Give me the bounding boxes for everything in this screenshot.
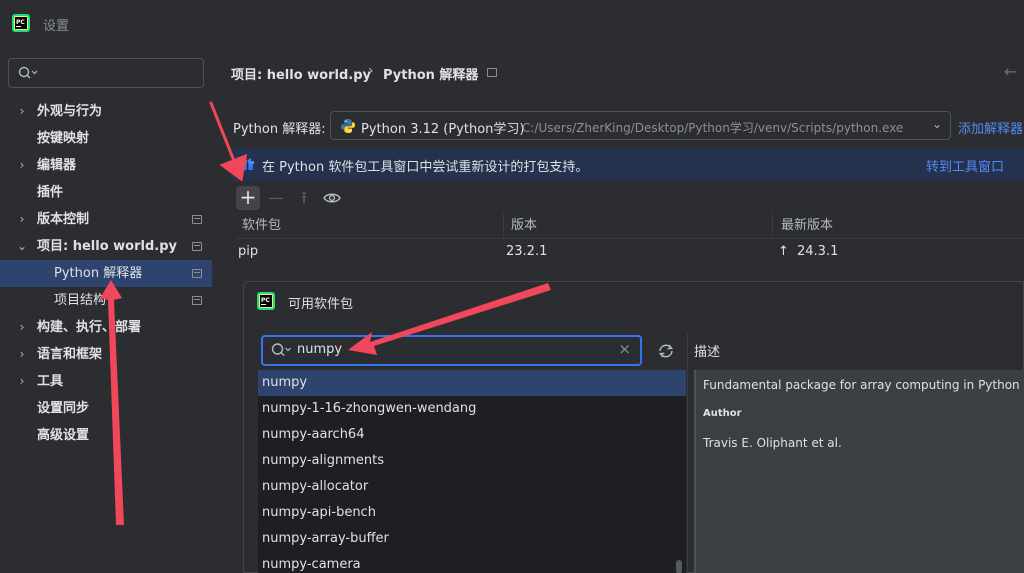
sidebar-item-tools[interactable]: › 工具 xyxy=(0,368,212,395)
available-packages-list[interactable]: numpy numpy-1-16-zhongwen-wendang numpy-… xyxy=(258,370,686,573)
sidebar-item-label: 设置同步 xyxy=(37,401,90,416)
svg-text:PC: PC xyxy=(261,297,270,304)
sidebar-item-label: Python 解释器 xyxy=(54,266,143,281)
banner-text: 在 Python 软件包工具窗口中尝试重新设计的打包支持。 xyxy=(262,160,589,175)
list-item[interactable]: numpy-api-bench xyxy=(258,500,686,526)
add-interpreter-link[interactable]: 添加解释器 xyxy=(958,118,1023,137)
installed-packages-table: 软件包 版本 最新版本 pip 23.2.1 ↑ 24.3.1 xyxy=(236,213,1024,263)
package-latest-version: 24.3.1 xyxy=(797,244,839,259)
project-settings-icon xyxy=(192,215,202,224)
package-search-input[interactable]: numpy × xyxy=(261,335,642,366)
sidebar-item-appearance[interactable]: › 外观与行为 xyxy=(0,98,212,125)
column-header-version[interactable]: 版本 xyxy=(504,213,773,238)
remove-package-button[interactable]: — xyxy=(264,186,288,210)
packaging-banner: 在 Python 软件包工具窗口中尝试重新设计的打包支持。 转到工具窗口 xyxy=(231,148,1024,181)
page-title: Python 解释器 xyxy=(383,68,479,83)
chevron-right-icon[interactable]: › xyxy=(15,314,29,341)
search-icon xyxy=(18,66,38,79)
sidebar-item-advanced-settings[interactable]: 高级设置 xyxy=(0,422,212,449)
svg-text:PC: PC xyxy=(16,19,25,26)
package-search-value: numpy xyxy=(297,342,343,357)
package-version: 23.2.1 xyxy=(506,244,548,259)
search-icon xyxy=(271,343,291,356)
list-item[interactable]: numpy-alignments xyxy=(258,448,686,474)
breadcrumb-parent[interactable]: 项目: hello world.py xyxy=(231,64,371,83)
sidebar-item-build-execution-deployment[interactable]: › 构建、执行、部署 xyxy=(0,314,212,341)
python-icon xyxy=(340,118,356,138)
chevron-right-icon[interactable]: › xyxy=(15,206,29,233)
packages-toolbar: + — ⭱ xyxy=(231,184,1024,212)
list-item[interactable]: numpy-allocator xyxy=(258,474,686,500)
header-divider xyxy=(236,238,1024,239)
eye-icon xyxy=(323,193,341,203)
sidebar-item-languages-frameworks[interactable]: › 语言和框架 xyxy=(0,341,212,368)
package-summary: Fundamental package for array computing … xyxy=(703,378,1020,392)
chevron-down-icon[interactable]: ⌄ xyxy=(932,117,942,131)
list-scrollbar[interactable] xyxy=(676,560,682,573)
sidebar-item-plugins[interactable]: 插件 xyxy=(0,179,212,206)
interpreter-value: Python 3.12 (Python学习) xyxy=(361,122,525,137)
list-item[interactable]: numpy-array-buffer xyxy=(258,526,686,552)
upgrade-available-icon: ↑ xyxy=(778,244,789,259)
interpreter-path: C:/Users/ZherKing/Desktop/Python学习/venv/… xyxy=(522,121,904,135)
list-item[interactable]: numpy-1-16-zhongwen-wendang xyxy=(258,396,686,422)
sidebar-item-label: 外观与行为 xyxy=(37,104,103,119)
gift-icon xyxy=(240,156,255,175)
sidebar-item-project[interactable]: ⌄ 项目: hello world.py xyxy=(0,233,212,260)
author-label: Author xyxy=(703,408,742,419)
open-tool-window-link[interactable]: 转到工具窗口 xyxy=(926,156,1004,175)
sidebar-item-label: 高级设置 xyxy=(37,428,90,443)
list-item[interactable]: numpy-camera xyxy=(258,552,686,573)
add-package-button[interactable]: + xyxy=(236,186,260,210)
chevron-right-icon[interactable]: › xyxy=(15,98,29,125)
dialog-title: 可用软件包 xyxy=(288,297,354,312)
breadcrumb-separator: › xyxy=(368,63,374,79)
project-settings-icon xyxy=(192,269,202,278)
project-settings-icon xyxy=(192,296,202,305)
chevron-right-icon[interactable]: › xyxy=(15,341,29,368)
refresh-icon[interactable] xyxy=(657,343,675,363)
sidebar-item-label: 编辑器 xyxy=(37,158,77,173)
pycharm-logo-icon: PC xyxy=(257,292,275,314)
sidebar-item-label: 语言和框架 xyxy=(37,347,103,362)
list-item[interactable]: numpy xyxy=(258,370,686,396)
sidebar-item-project-structure[interactable]: 项目结构 xyxy=(0,287,212,314)
chevron-down-icon[interactable]: ⌄ xyxy=(15,233,29,260)
window-title: 设置 xyxy=(43,19,70,34)
settings-search-input[interactable] xyxy=(8,58,204,88)
sidebar-item-python-interpreter[interactable]: Python 解释器 xyxy=(0,260,212,287)
chevron-right-icon[interactable]: › xyxy=(15,368,29,395)
sidebar-item-editor[interactable]: › 编辑器 xyxy=(0,152,212,179)
clear-icon[interactable]: × xyxy=(618,340,631,358)
sidebar-item-version-control[interactable]: › 版本控制 xyxy=(0,206,212,233)
description-label: 描述 xyxy=(694,345,721,360)
project-settings-icon xyxy=(487,68,497,77)
sidebar-item-settings-sync[interactable]: 设置同步 xyxy=(0,395,212,422)
sidebar-item-keymap[interactable]: 按键映射 xyxy=(0,125,212,152)
column-header-latest-version[interactable]: 最新版本 xyxy=(773,213,1024,238)
available-packages-dialog: PC 可用软件包 numpy × 描述 numpy numpy-1-16-zho… xyxy=(243,281,1024,573)
panel-divider[interactable] xyxy=(687,332,688,573)
column-header-package[interactable]: 软件包 xyxy=(236,213,504,238)
chevron-right-icon[interactable]: › xyxy=(15,152,29,179)
package-description-panel: Fundamental package for array computing … xyxy=(694,370,1024,573)
list-item[interactable]: numpy-aarch64 xyxy=(258,422,686,448)
show-early-releases-button[interactable] xyxy=(320,186,344,210)
pycharm-logo-icon: PC xyxy=(12,14,30,32)
upgrade-package-button[interactable]: ⭱ xyxy=(292,186,316,210)
author-value: Travis E. Oliphant et al. xyxy=(703,436,842,450)
sidebar-item-label: 工具 xyxy=(37,374,64,389)
sidebar-item-label: 项目结构 xyxy=(54,293,107,308)
interpreter-select[interactable]: Python 3.12 (Python学习) C:/Users/ZherKing… xyxy=(330,111,951,140)
package-name: pip xyxy=(238,244,259,259)
interpreter-label: Python 解释器: xyxy=(233,122,326,137)
project-settings-icon xyxy=(192,242,202,251)
sidebar-item-label: 插件 xyxy=(37,185,64,200)
sidebar-item-label: 项目: hello world.py xyxy=(37,239,177,254)
sidebar-item-label: 版本控制 xyxy=(37,212,90,227)
sidebar-item-label: 构建、执行、部署 xyxy=(37,320,142,335)
back-arrow-icon[interactable]: ← xyxy=(1004,62,1017,81)
sidebar-item-label: 按键映射 xyxy=(37,131,90,146)
title-bar xyxy=(0,0,1024,46)
